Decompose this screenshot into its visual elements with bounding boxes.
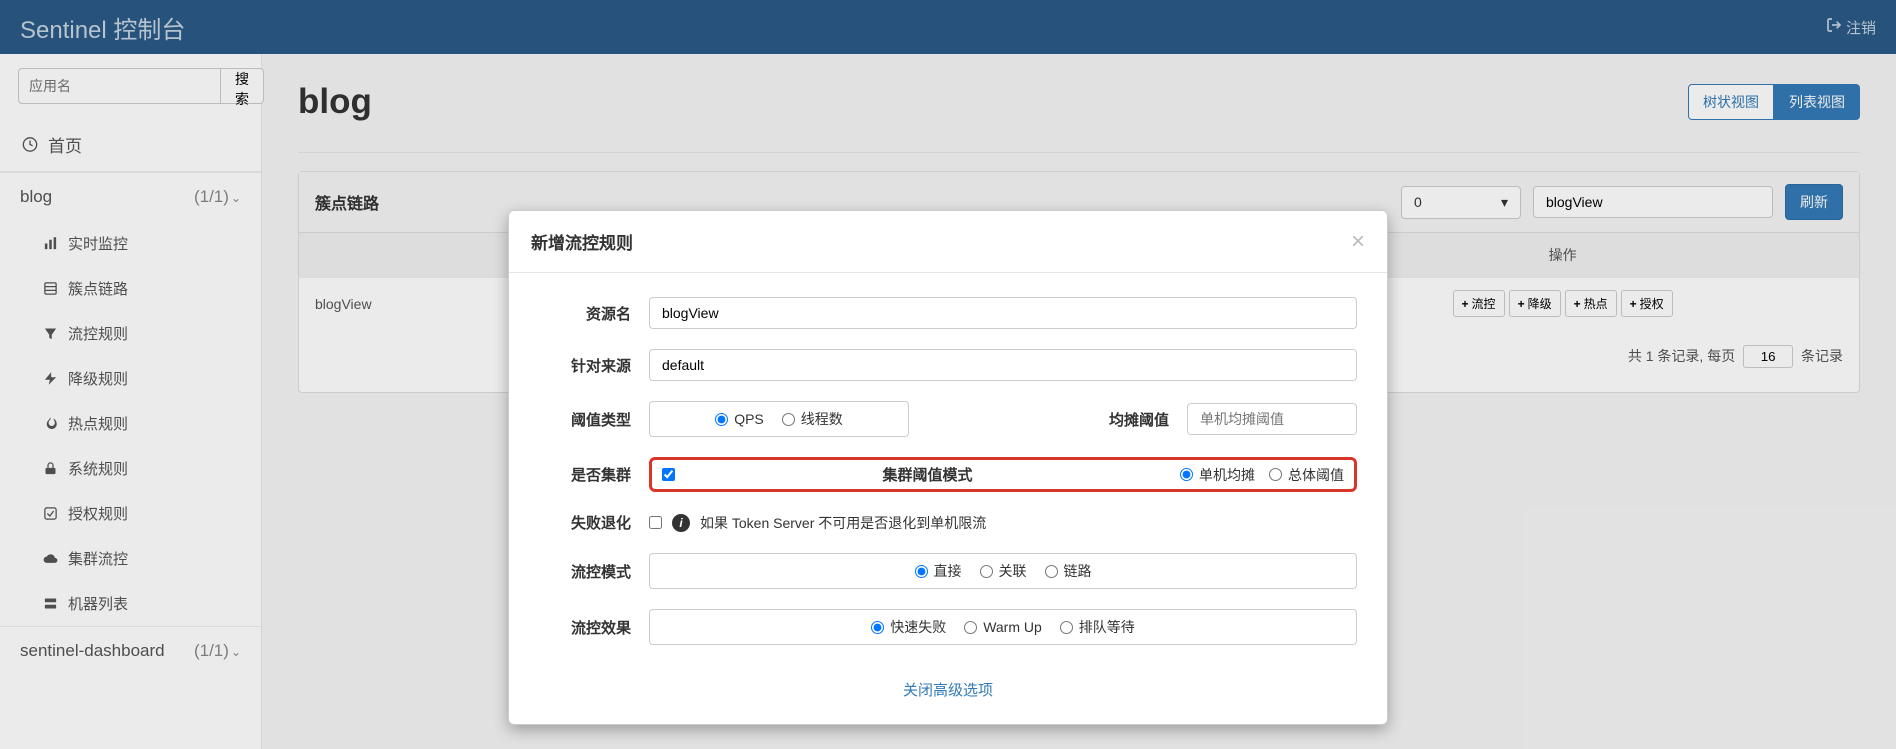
strategy-label: 流控模式 (539, 561, 649, 582)
cluster-per-option[interactable]: 单机均摊 (1180, 465, 1255, 485)
radio-relate[interactable] (980, 565, 993, 578)
behavior-warm-option[interactable]: Warm Up (964, 619, 1042, 635)
modal-title: 新增流控规则 (531, 229, 633, 254)
count-label: 均摊阈值 (909, 409, 1187, 430)
limitapp-label: 针对来源 (539, 355, 649, 376)
grade-threads-option[interactable]: 线程数 (782, 409, 843, 429)
info-icon: i (672, 514, 690, 532)
grade-qps-option[interactable]: QPS (715, 409, 764, 429)
radio-qps[interactable] (715, 413, 728, 426)
grade-label: 阈值类型 (539, 409, 649, 430)
strategy-direct-option[interactable]: 直接 (915, 561, 962, 581)
close-icon[interactable]: × (1351, 230, 1365, 254)
radio-chain[interactable] (1045, 565, 1058, 578)
behavior-queue-option[interactable]: 排队等待 (1060, 617, 1135, 637)
strategy-relate-option[interactable]: 关联 (980, 561, 1027, 581)
strategy-chain-option[interactable]: 链路 (1045, 561, 1092, 581)
radio-queue[interactable] (1060, 621, 1073, 634)
flow-rule-modal: 新增流控规则 × 资源名 针对来源 阈值类型 QPS 线程数 均摊阈值 是否集群 (508, 210, 1388, 725)
radio-cluster-total[interactable] (1269, 468, 1282, 481)
radio-cluster-per[interactable] (1180, 468, 1193, 481)
cluster-mode-label: 集群阈值模式 (685, 464, 1170, 485)
radio-direct[interactable] (915, 565, 928, 578)
behavior-fast-option[interactable]: 快速失败 (871, 617, 946, 637)
fallback-label: 失败退化 (539, 512, 649, 533)
resource-input[interactable] (649, 297, 1357, 329)
radio-threads[interactable] (782, 413, 795, 426)
cluster-total-option[interactable]: 总体阈值 (1269, 465, 1344, 485)
close-advanced-link[interactable]: 关闭高级选项 (903, 682, 993, 699)
cluster-checkbox[interactable] (662, 468, 675, 481)
fallback-text: 如果 Token Server 不可用是否退化到单机限流 (700, 513, 986, 533)
limitapp-input[interactable] (649, 349, 1357, 381)
count-input[interactable] (1187, 403, 1357, 435)
behavior-label: 流控效果 (539, 617, 649, 638)
radio-warm[interactable] (964, 621, 977, 634)
cluster-highlight-box: 集群阈值模式 单机均摊 总体阈值 (649, 457, 1357, 492)
radio-fast[interactable] (871, 621, 884, 634)
resource-label: 资源名 (539, 303, 649, 324)
fallback-checkbox[interactable] (649, 516, 662, 529)
cluster-label: 是否集群 (539, 464, 649, 485)
